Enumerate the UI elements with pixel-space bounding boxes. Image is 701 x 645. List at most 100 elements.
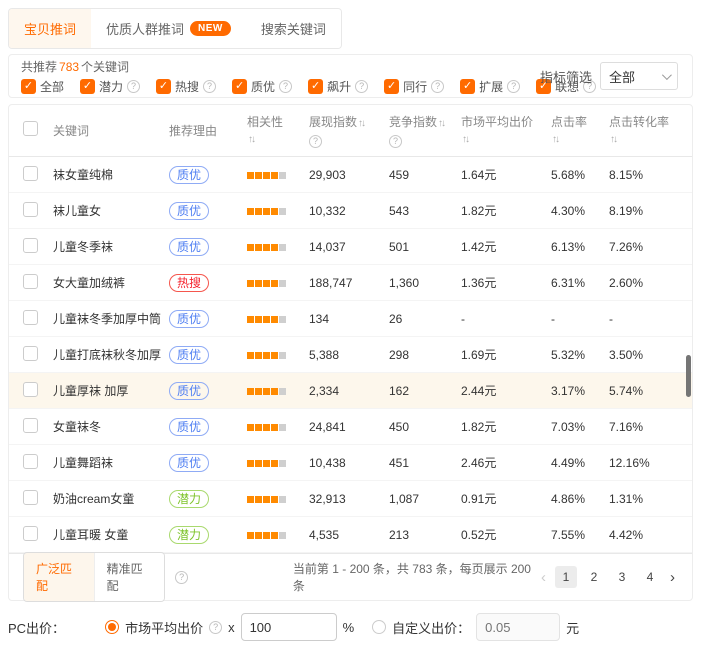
filter-checkbox[interactable]: ✓ 质优 ? xyxy=(232,78,292,95)
tab-crowd-keywords[interactable]: 优质人群推词 NEW xyxy=(91,9,246,48)
help-icon: ? xyxy=(209,621,222,634)
scrollbar-thumb[interactable] xyxy=(686,355,691,397)
avg-bid-value: 1.69元 xyxy=(461,346,551,363)
row-checkbox[interactable] xyxy=(23,202,38,217)
table-row[interactable]: 儿童袜冬季加厚中筒 质优 134 26 - - - xyxy=(9,301,692,337)
reason-tag: 质优 xyxy=(169,166,209,184)
relevance-bars xyxy=(247,208,286,215)
keyword-text: 女大童加绒裤 xyxy=(53,274,169,291)
relevance-bars xyxy=(247,352,286,359)
pc-bid-label: PC出价： xyxy=(8,618,65,637)
help-icon: ? xyxy=(203,80,216,93)
col-avg-bid[interactable]: 市场平均出价↑↓ xyxy=(461,114,551,148)
row-checkbox[interactable] xyxy=(23,274,38,289)
table-row[interactable]: 女童袜冬 质优 24,841 450 1.82元 7.03% 7.16% xyxy=(9,409,692,445)
page-number[interactable]: 3 xyxy=(611,566,633,588)
table-row[interactable]: 儿童舞蹈袜 质优 10,438 451 2.46元 4.49% 12.16% xyxy=(9,445,692,481)
row-checkbox[interactable] xyxy=(23,382,38,397)
cvr-value: 1.31% xyxy=(609,492,692,506)
help-icon: ? xyxy=(355,80,368,93)
cvr-value: 3.50% xyxy=(609,348,692,362)
next-page-icon[interactable]: › xyxy=(667,569,678,586)
row-checkbox[interactable] xyxy=(23,310,38,325)
table-row[interactable]: 儿童冬季袜 质优 14,037 501 1.42元 6.13% 7.26% xyxy=(9,229,692,265)
filter-checkbox[interactable]: ✓ 同行 ? xyxy=(384,78,444,95)
prev-page-icon[interactable]: ‹ xyxy=(538,569,549,586)
help-icon: ? xyxy=(507,80,520,93)
col-ctr[interactable]: 点击率↑↓ xyxy=(551,114,609,148)
checkbox-label: 全部 xyxy=(40,78,64,95)
col-cvr[interactable]: 点击转化率↑↓ xyxy=(609,114,692,148)
reason-tag: 潜力 xyxy=(169,490,209,508)
filter-checkbox[interactable]: ✓ 热搜 ? xyxy=(156,78,216,95)
col-reason: 推荐理由 xyxy=(169,123,247,139)
col-impression[interactable]: 展现指数↑↓? xyxy=(309,114,389,148)
help-icon: ? xyxy=(175,571,188,584)
col-relevance[interactable]: 相关性↑↓ xyxy=(247,114,309,148)
custom-bid-radio[interactable] xyxy=(372,620,386,634)
row-checkbox[interactable] xyxy=(23,418,38,433)
row-checkbox[interactable] xyxy=(23,490,38,505)
custom-bid-input[interactable] xyxy=(476,613,560,641)
impression-value: 10,332 xyxy=(309,204,389,218)
tab-item-recommend[interactable]: 宝贝推词 xyxy=(9,9,91,48)
tab-label: 搜索关键词 xyxy=(261,19,326,38)
competition-value: 26 xyxy=(389,312,461,326)
metric-filter-select[interactable]: 全部 xyxy=(600,62,678,90)
filter-checkbox[interactable]: ✓ 全部 xyxy=(21,78,64,95)
keyword-text: 儿童打底袜秋冬加厚 xyxy=(53,346,169,363)
table-row[interactable]: 儿童厚袜 加厚 质优 2,334 162 2.44元 3.17% 5.74% xyxy=(9,373,692,409)
help-icon: ? xyxy=(127,80,140,93)
pagination-info: 当前第 1 - 200 条，共 783 条，每页展示 200 条 xyxy=(293,560,538,594)
impression-value: 2,334 xyxy=(309,384,389,398)
relevance-bars xyxy=(247,172,286,179)
avg-bid-value: 1.64元 xyxy=(461,166,551,183)
reason-tag: 质优 xyxy=(169,454,209,472)
cvr-value: - xyxy=(609,312,692,326)
ctr-value: 4.49% xyxy=(551,456,609,470)
competition-value: 1,087 xyxy=(389,492,461,506)
impression-value: 32,913 xyxy=(309,492,389,506)
table-row[interactable]: 女大童加绒裤 热搜 188,747 1,360 1.36元 6.31% 2.60… xyxy=(9,265,692,301)
col-competition[interactable]: 竞争指数↑↓? xyxy=(389,114,461,148)
row-checkbox[interactable] xyxy=(23,166,38,181)
filter-checkbox[interactable]: ✓ 飙升 ? xyxy=(308,78,368,95)
cvr-value: 7.16% xyxy=(609,420,692,434)
ctr-value: 3.17% xyxy=(551,384,609,398)
filter-checkbox[interactable]: ✓ 潜力 ? xyxy=(80,78,140,95)
table-row[interactable]: 儿童打底袜秋冬加厚 质优 5,388 298 1.69元 5.32% 3.50% xyxy=(9,337,692,373)
pc-bid-row: PC出价： 市场平均出价 ? x % 自定义出价： 元 xyxy=(8,613,693,641)
ctr-value: 5.32% xyxy=(551,348,609,362)
market-bid-radio[interactable] xyxy=(105,620,119,634)
avg-bid-value: 1.82元 xyxy=(461,202,551,219)
sort-icon: ↑↓ xyxy=(358,118,364,129)
row-checkbox[interactable] xyxy=(23,238,38,253)
table-row[interactable]: 儿童耳暖 女童 潜力 4,535 213 0.52元 7.55% 4.42% xyxy=(9,517,692,553)
row-checkbox[interactable] xyxy=(23,346,38,361)
impression-value: 134 xyxy=(309,312,389,326)
keyword-text: 袜女童纯棉 xyxy=(53,166,169,183)
select-all-checkbox[interactable] xyxy=(23,121,38,136)
row-checkbox[interactable] xyxy=(23,526,38,541)
checkbox-label: 飙升 xyxy=(327,78,351,95)
avg-bid-value: 2.46元 xyxy=(461,454,551,471)
filter-checkbox[interactable]: ✓ 扩展 ? xyxy=(460,78,520,95)
competition-value: 451 xyxy=(389,456,461,470)
page-number[interactable]: 4 xyxy=(639,566,661,588)
checkbox-icon: ✓ xyxy=(232,79,247,94)
tab-search-keywords[interactable]: 搜索关键词 xyxy=(246,9,341,48)
help-icon: ? xyxy=(279,80,292,93)
table-row[interactable]: 奶油cream女童 潜力 32,913 1,087 0.91元 4.86% 1.… xyxy=(9,481,692,517)
row-checkbox[interactable] xyxy=(23,454,38,469)
page-number[interactable]: 2 xyxy=(583,566,605,588)
pagination: ‹ 1234 › xyxy=(538,566,678,588)
market-bid-percent-input[interactable] xyxy=(241,613,337,641)
checkbox-label: 热搜 xyxy=(175,78,199,95)
impression-value: 5,388 xyxy=(309,348,389,362)
table-row[interactable]: 袜女童纯棉 质优 29,903 459 1.64元 5.68% 8.15% xyxy=(9,157,692,193)
table-row[interactable]: 袜儿童女 质优 10,332 543 1.82元 4.30% 8.19% xyxy=(9,193,692,229)
page-number[interactable]: 1 xyxy=(555,566,577,588)
exact-match-button[interactable]: 精准匹配 xyxy=(95,553,165,601)
broad-match-button[interactable]: 广泛匹配 xyxy=(24,553,95,601)
custom-bid-label: 自定义出价： xyxy=(392,618,470,637)
